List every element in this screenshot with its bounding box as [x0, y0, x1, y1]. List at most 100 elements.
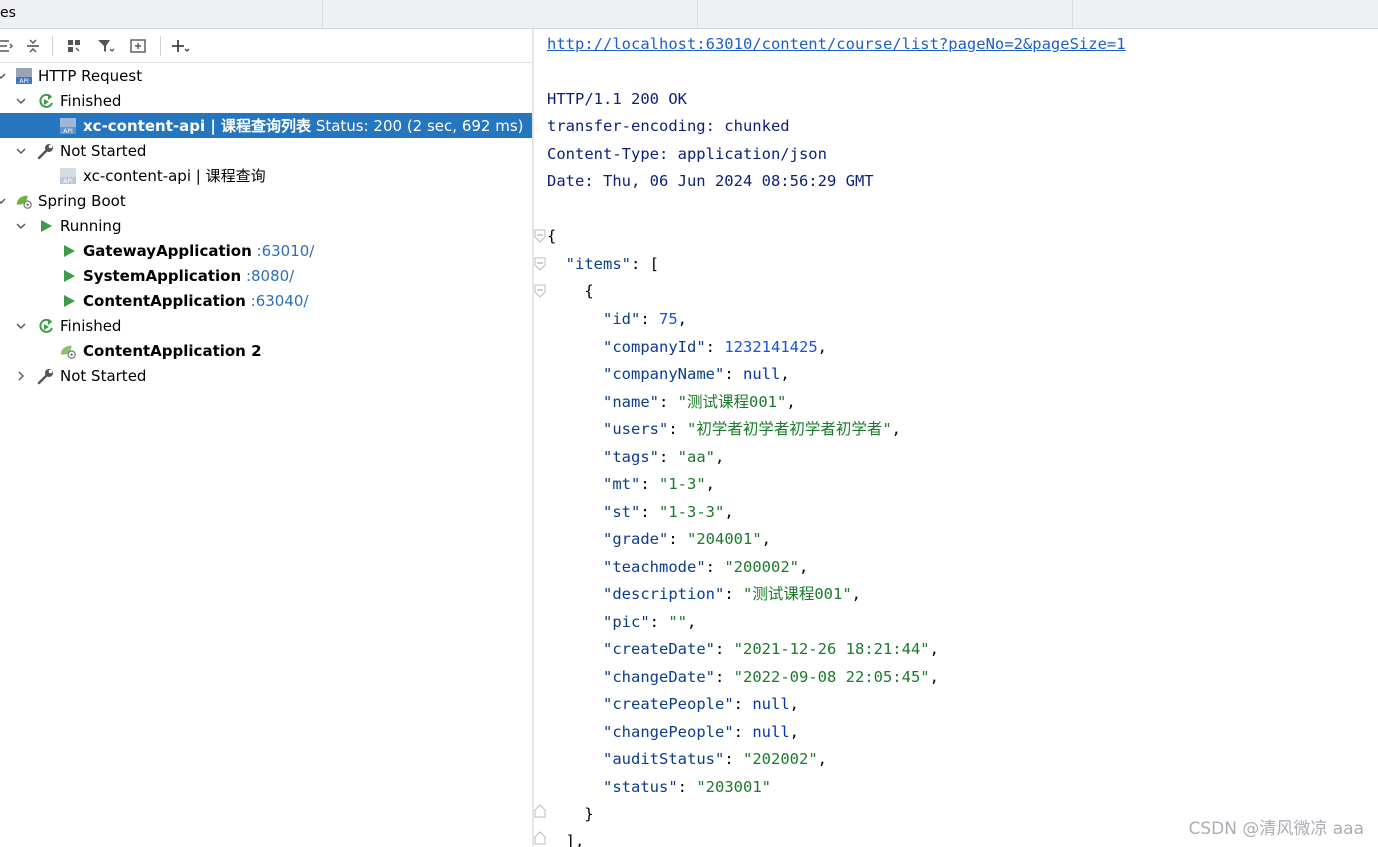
toolbar-separator [52, 36, 53, 56]
tree-label: Running [60, 216, 122, 235]
tab-3[interactable] [698, 0, 1073, 28]
app-label: GatewayApplication :63010/ [83, 242, 314, 260]
group-icon[interactable] [62, 34, 86, 58]
tree-node-http-request[interactable]: API HTTP Request [0, 63, 532, 88]
json-comma: , [677, 310, 688, 328]
expand-all-icon[interactable] [0, 34, 18, 58]
tree-node-content-application-2[interactable]: ContentApplication 2 [0, 338, 532, 363]
tree-node-not-started[interactable]: Not Started [0, 138, 532, 163]
json-key: "companyId" [603, 337, 706, 356]
json-item-open: { [547, 280, 593, 302]
app-port-link[interactable]: :8080/ [241, 267, 294, 285]
json-key: "id" [603, 310, 641, 328]
run-icon [60, 242, 78, 260]
fold-marker-icon[interactable] [534, 284, 546, 298]
chevron-right-icon[interactable] [14, 369, 28, 383]
json-key: "st" [603, 502, 641, 521]
tree-node-gateway-application[interactable]: GatewayApplication :63010/ [0, 238, 532, 263]
json-key: "description" [603, 585, 725, 603]
fold-marker-icon[interactable] [534, 229, 546, 243]
toolbar-separator [160, 36, 161, 56]
tree-node-not-started-2[interactable]: Not Started [0, 363, 532, 388]
spring-boot-icon [59, 342, 77, 360]
json-value: "2022-09-08 22:05:45" [733, 667, 930, 686]
new-window-icon[interactable] [126, 34, 150, 58]
json-colon: : [705, 337, 725, 356]
json-field-line: "status": "203001" [547, 776, 771, 798]
app-port-link[interactable]: :63040/ [246, 292, 309, 310]
editor-tab-strip: es [0, 0, 1378, 29]
json-colon: : [649, 612, 669, 631]
api-icon: API [59, 167, 77, 185]
tree-node-spring-boot[interactable]: Spring Boot [0, 188, 532, 213]
json-colon: : [668, 420, 687, 438]
json-comma: , [761, 530, 771, 548]
svg-text:API: API [63, 128, 73, 135]
collapse-all-icon[interactable] [21, 34, 45, 58]
tree-node-system-application[interactable]: SystemApplication :8080/ [0, 263, 532, 288]
json-comma: , [851, 585, 862, 603]
wrench-icon [37, 142, 55, 160]
svg-text:API: API [63, 178, 73, 185]
fold-end-icon[interactable] [534, 831, 546, 845]
request-url-link[interactable]: http://localhost:63010/content/course/li… [547, 35, 1126, 53]
json-punct: } [584, 805, 594, 823]
add-icon[interactable] [169, 34, 193, 58]
json-colon: : [714, 667, 734, 686]
json-value: "200002" [724, 557, 799, 576]
json-comma: , [929, 667, 939, 686]
json-items-line: "items": [ [547, 253, 659, 275]
run-icon [37, 217, 55, 235]
tab-services[interactable]: es [0, 0, 323, 28]
json-field-line: "grade": "204001", [547, 528, 771, 550]
request-label: xc-content-api | 课程查询列表 Status: 200 (2 s… [83, 115, 524, 136]
fold-marker-icon[interactable] [534, 257, 546, 271]
fold-end-icon[interactable] [534, 804, 546, 818]
chevron-down-icon[interactable] [14, 94, 28, 108]
json-comma: , [891, 420, 902, 438]
tab-4[interactable] [1073, 0, 1378, 28]
tree-node-finished-2[interactable]: Finished [0, 313, 532, 338]
json-value: "204001" [687, 530, 762, 548]
json-colon: : [724, 585, 743, 603]
tab-2[interactable] [323, 0, 698, 28]
request-label: xc-content-api | 课程查询 [83, 165, 266, 186]
json-field-line: "name": "测试课程001", [547, 391, 796, 413]
chevron-down-icon[interactable] [14, 144, 28, 158]
json-items-close: ], [547, 830, 585, 847]
chevron-down-icon[interactable] [14, 319, 28, 333]
chevron-down-icon[interactable] [0, 69, 8, 83]
json-colon: : [733, 695, 753, 713]
json-colon: : [677, 777, 697, 796]
json-colon: : [714, 640, 734, 658]
json-key: "auditStatus" [603, 750, 725, 768]
json-colon: : [640, 310, 659, 328]
json-key: "teachmode" [603, 557, 706, 576]
request-name: xc-content-api [83, 117, 206, 135]
json-value: "202002" [743, 750, 818, 768]
json-key: "grade" [603, 530, 669, 548]
api-icon: API [59, 117, 77, 135]
tree-node-request-course-list[interactable]: API xc-content-api | 课程查询列表 Status: 200 … [0, 113, 532, 138]
json-colon: : [668, 530, 687, 548]
request-separator: | [191, 167, 206, 185]
json-key: "companyName" [603, 365, 725, 383]
chevron-down-icon[interactable] [0, 194, 8, 208]
watermark: CSDN @清风微凉 aaa [1188, 819, 1364, 839]
tree-node-finished[interactable]: Finished [0, 88, 532, 113]
json-key: "mt" [603, 475, 641, 493]
json-field-line: "changePeople": null, [547, 721, 799, 743]
tree-node-running[interactable]: Running [0, 213, 532, 238]
tree-node-content-application[interactable]: ContentApplication :63040/ [0, 288, 532, 313]
json-punct: : [ [631, 255, 659, 273]
json-comma: , [715, 447, 725, 466]
json-comma: , [780, 365, 790, 383]
chevron-down-icon[interactable] [14, 219, 28, 233]
app-port-link[interactable]: :63010/ [252, 242, 315, 260]
json-value: "初学者初学者初学者初学者" [687, 420, 892, 438]
filter-icon[interactable] [94, 34, 118, 58]
json-colon: : [659, 392, 678, 411]
services-toolbar [0, 29, 532, 63]
json-colon: : [705, 557, 725, 576]
tree-node-request-course-query[interactable]: API xc-content-api | 课程查询 [0, 163, 532, 188]
